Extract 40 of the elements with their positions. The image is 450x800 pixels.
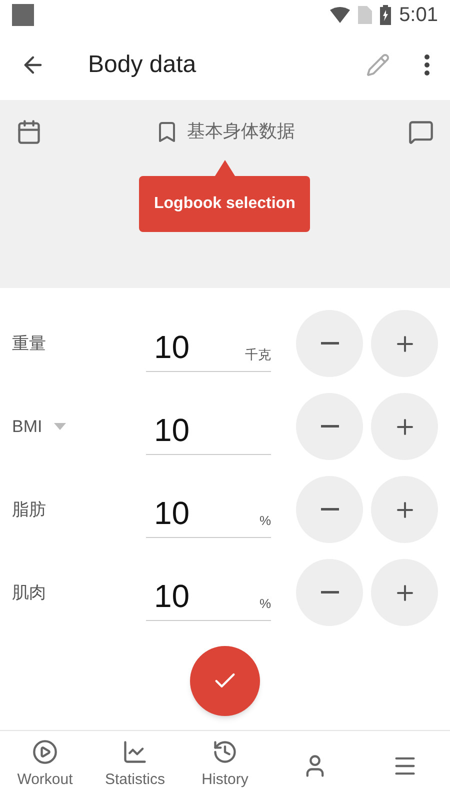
nav-tab[interactable]: Statistics xyxy=(92,739,178,792)
calendar-icon xyxy=(16,118,42,144)
battery-icon xyxy=(380,5,392,25)
value-field[interactable]: 10 xyxy=(146,398,271,454)
notification-icon xyxy=(12,4,34,26)
pencil-icon xyxy=(366,53,390,77)
tooltip-text: Logbook selection xyxy=(139,176,310,232)
unit-label: % xyxy=(259,595,271,613)
unit-label: 千克 xyxy=(245,346,271,364)
wifi-icon xyxy=(330,7,350,23)
value-field[interactable]: 10 千克 xyxy=(146,316,271,372)
edit-button[interactable] xyxy=(366,53,390,77)
dropdown-icon[interactable] xyxy=(54,423,66,430)
no-sim-icon xyxy=(358,6,372,24)
more-button[interactable] xyxy=(424,54,430,76)
save-button[interactable] xyxy=(190,646,260,716)
nav-tab[interactable]: Workout xyxy=(2,739,88,792)
field-label: BMI xyxy=(12,416,42,438)
unit-label: % xyxy=(259,512,271,530)
field-label: 肌肉 xyxy=(12,582,46,604)
comment-icon xyxy=(408,118,434,144)
comment-button[interactable] xyxy=(408,118,434,144)
value-field[interactable]: 10 % xyxy=(146,564,271,620)
value-field[interactable]: 10 % xyxy=(146,482,271,538)
tooltip-pointer xyxy=(214,160,235,176)
minus-icon xyxy=(320,342,338,345)
minus-icon xyxy=(320,508,338,511)
nav-tab[interactable]: History xyxy=(182,739,268,792)
page-title: Body data xyxy=(88,50,198,80)
play-icon xyxy=(32,739,58,766)
line-chart-icon xyxy=(122,739,148,766)
status-time: 5:01 xyxy=(399,3,438,28)
minus-icon xyxy=(320,425,338,428)
logbook-selector[interactable]: 基本身体数据 xyxy=(155,118,295,145)
calendar-button[interactable] xyxy=(16,118,42,144)
field-label: 重量 xyxy=(12,332,46,355)
more-icon xyxy=(424,54,430,76)
field-label: 脂肪 xyxy=(12,498,46,521)
history-icon xyxy=(212,739,238,766)
minus-icon xyxy=(320,591,338,594)
